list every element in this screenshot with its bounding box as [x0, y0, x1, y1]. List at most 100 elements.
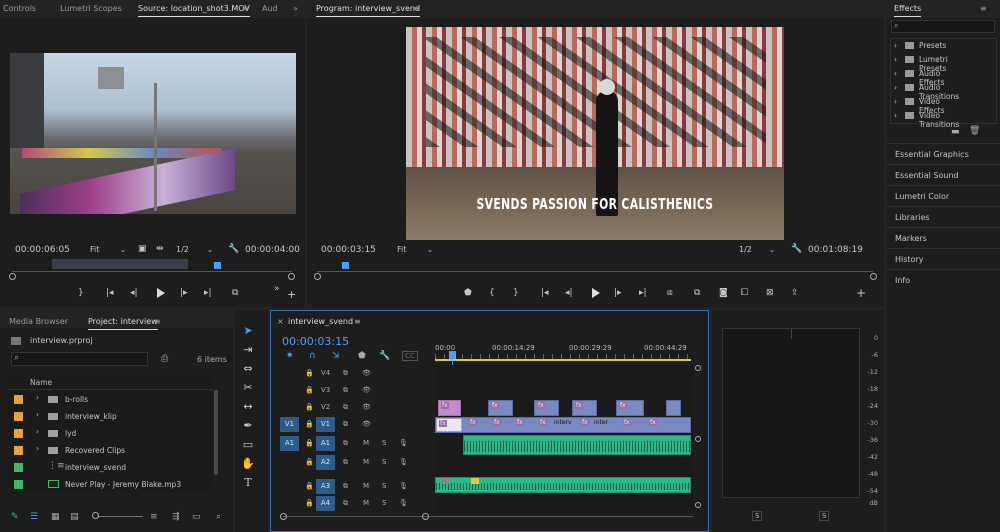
scroll-end-handle[interactable]	[422, 513, 429, 520]
mute-button[interactable]: M	[363, 499, 369, 507]
program-scrubber[interactable]	[317, 265, 873, 272]
extract-icon[interactable]: ⧉	[694, 288, 700, 298]
clip-v2[interactable]: fx	[572, 400, 597, 416]
play-icon[interactable]	[157, 288, 165, 298]
comparison-view-icon[interactable]: ⧠	[741, 288, 748, 298]
insert-clip-icon[interactable]: ⧉	[232, 288, 238, 298]
type-tool-icon[interactable]: T	[241, 476, 255, 490]
program-resolution-select[interactable]: 1/2	[739, 245, 752, 255]
step-forward-icon[interactable]: |▸	[180, 288, 188, 298]
mute-button[interactable]: M	[363, 458, 369, 466]
audio-clip-a1[interactable]	[463, 435, 691, 455]
scroll-start-handle[interactable]	[280, 513, 287, 520]
track-label-a3[interactable]: A3	[316, 479, 335, 494]
playhead-icon[interactable]	[214, 262, 221, 269]
toggle-sync-icon[interactable]: ⧉	[343, 386, 348, 395]
clip-v2[interactable]: fx	[438, 400, 461, 416]
panel-info[interactable]: Info	[887, 269, 1000, 290]
menu-icon[interactable]: ≡	[154, 317, 161, 326]
pencil-icon[interactable]: ✎	[11, 512, 19, 522]
solo-button[interactable]: S	[382, 482, 386, 490]
lock-icon[interactable]: 🔒	[305, 439, 314, 447]
play-icon[interactable]	[592, 288, 600, 298]
program-fit-select[interactable]: Fit	[397, 245, 406, 255]
panel-essential-sound[interactable]: Essential Sound	[887, 164, 1000, 185]
solo-button[interactable]: S	[382, 439, 386, 447]
nest-icon[interactable]: ✷	[286, 351, 294, 361]
program-timecode[interactable]: 00:00:03:15	[321, 245, 376, 255]
lock-icon[interactable]: 🔒	[305, 499, 314, 507]
automate-icon[interactable]: ⇶	[172, 512, 180, 522]
project-search-input[interactable]: ⌕	[11, 352, 148, 366]
list-item[interactable]: › Recovered Clips	[8, 442, 213, 459]
tab-program[interactable]: Program: interview_svend	[316, 4, 421, 17]
track-label-a2[interactable]: A2	[316, 455, 335, 470]
chevron-down-icon[interactable]: ⌄	[120, 245, 126, 255]
panel-essential-graphics[interactable]: Essential Graphics	[887, 143, 1000, 164]
wrench-icon[interactable]: 🔧	[228, 244, 239, 254]
insert-icon[interactable]: ⇹	[156, 244, 164, 254]
slip-tool-icon[interactable]: ↔	[241, 400, 255, 414]
icon-view-icon[interactable]: ▦	[51, 512, 60, 522]
search-icon[interactable]: ⌕	[216, 512, 221, 522]
tab-media-browser[interactable]: Media Browser	[9, 317, 68, 326]
hand-tool-icon[interactable]: ✋	[241, 457, 255, 471]
chevron-down-icon[interactable]: ⌄	[207, 245, 213, 255]
column-header[interactable]: Name	[8, 375, 213, 390]
chevron-down-icon[interactable]: ⌄	[769, 245, 775, 255]
lock-icon[interactable]: 🔒	[305, 386, 314, 394]
mark-out-icon[interactable]: }	[513, 288, 519, 298]
scroll-handle[interactable]	[695, 365, 701, 371]
microphone-icon[interactable]: 🎙	[399, 439, 408, 447]
new-item-icon[interactable]: ▭	[192, 512, 201, 522]
go-to-out-icon[interactable]: ▸|	[639, 288, 647, 298]
microphone-icon[interactable]: 🎙	[399, 458, 408, 466]
menu-icon[interactable]: ≡	[354, 317, 361, 326]
source-patch-v1[interactable]: V1	[280, 417, 299, 432]
go-to-out-icon[interactable]: ▸|	[204, 288, 212, 298]
track-label-a4[interactable]: A4	[316, 496, 335, 511]
tab-audio[interactable]: Aud	[262, 4, 278, 13]
track-select-tool-icon[interactable]: ⇥	[241, 343, 255, 357]
mark-in-icon[interactable]: {	[489, 288, 495, 298]
track-label-a1[interactable]: A1	[316, 436, 335, 451]
scroll-start-handle[interactable]	[314, 273, 321, 280]
lock-icon[interactable]: 🔒	[305, 458, 314, 466]
scroll-handle[interactable]	[695, 436, 701, 442]
proxy-toggle-icon[interactable]: ⊠	[766, 288, 774, 298]
captions-icon[interactable]: CC	[402, 351, 418, 361]
effects-search-input[interactable]: ⌕	[891, 20, 995, 33]
rectangle-tool-icon[interactable]: ▭	[241, 438, 255, 452]
scroll-start-handle[interactable]	[9, 273, 16, 280]
mute-button[interactable]: M	[363, 482, 369, 490]
clip-v2[interactable]: fx	[488, 400, 513, 416]
list-item[interactable]: Never Play - Jeremy Blake.mp3	[8, 476, 213, 493]
project-scrollbar[interactable]	[214, 390, 218, 475]
playhead-icon[interactable]	[342, 262, 349, 269]
toggle-sync-icon[interactable]: ⧉	[343, 439, 348, 448]
timeline-zoom-scrollbar[interactable]	[283, 516, 693, 517]
toggle-sync-icon[interactable]: ⧉	[343, 458, 348, 467]
source-fit-select[interactable]: Fit	[90, 245, 99, 255]
menu-icon[interactable]: ≡	[242, 4, 249, 13]
solo-button[interactable]: S	[382, 499, 386, 507]
track-label-v3[interactable]: V3	[321, 386, 330, 394]
tab-source[interactable]: Source: location_shot3.MOV	[138, 4, 250, 17]
clip-v2[interactable]: fx	[534, 400, 559, 416]
step-back-icon[interactable]: ◂|	[130, 288, 138, 298]
eye-icon[interactable]: 👁	[362, 369, 371, 377]
zoom-slider[interactable]	[93, 516, 143, 517]
more-controls-icon[interactable]: »	[274, 284, 280, 294]
lock-icon[interactable]: 🔒	[305, 369, 314, 377]
trash-icon[interactable]: 🗑	[969, 126, 980, 136]
panel-markers[interactable]: Markers	[887, 227, 1000, 248]
tab-project[interactable]: Project: interview	[88, 317, 158, 330]
new-bin-icon[interactable]: ▬	[951, 127, 960, 137]
ripple-edit-tool-icon[interactable]: ⇔	[241, 362, 255, 376]
go-to-in-icon[interactable]: |◂	[106, 288, 114, 298]
new-bin-icon[interactable]: ⎙	[161, 354, 168, 364]
list-view-icon[interactable]: ☰	[30, 512, 38, 522]
wrench-icon[interactable]: 🔧	[791, 244, 802, 254]
list-item[interactable]: › interview_klip	[8, 408, 213, 425]
chevron-down-icon[interactable]: ⌄	[427, 245, 433, 255]
